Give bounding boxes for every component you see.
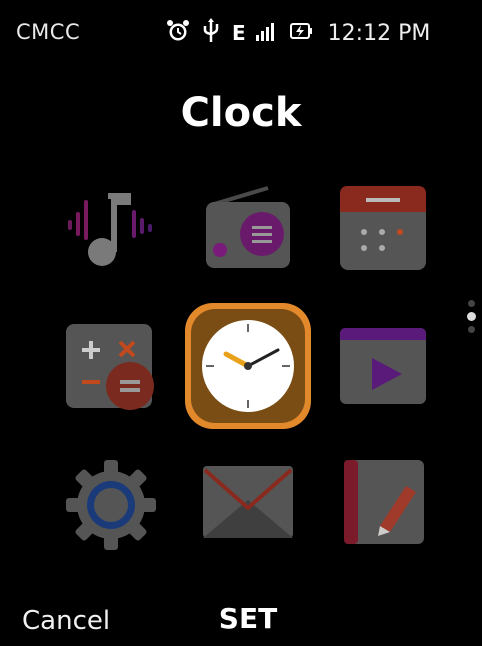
mail-icon [203, 466, 293, 538]
calendar-icon [340, 186, 426, 270]
softkey-bar: Cancel SET [0, 598, 482, 646]
page-dot [468, 326, 475, 333]
gear-icon [66, 460, 156, 550]
app-calendar[interactable] [340, 186, 428, 272]
app-email[interactable] [203, 466, 293, 540]
calculator-icon [66, 324, 154, 410]
note-icon [344, 460, 424, 544]
music-icon [68, 193, 152, 266]
video-icon [340, 328, 426, 404]
app-clock[interactable] [200, 318, 296, 414]
app-settings[interactable] [66, 460, 156, 550]
app-calculator[interactable] [66, 324, 160, 414]
app-video[interactable] [340, 324, 428, 408]
page-dot [468, 300, 475, 307]
app-notes[interactable] [344, 460, 430, 546]
app-music[interactable] [66, 186, 162, 270]
page-indicator [467, 300, 476, 338]
page-dot-active [467, 312, 476, 321]
set-softkey[interactable]: SET [0, 602, 482, 635]
clock-icon [202, 320, 294, 412]
app-grid [0, 0, 482, 646]
radio-icon [206, 186, 290, 268]
app-fm-radio[interactable] [206, 186, 292, 270]
